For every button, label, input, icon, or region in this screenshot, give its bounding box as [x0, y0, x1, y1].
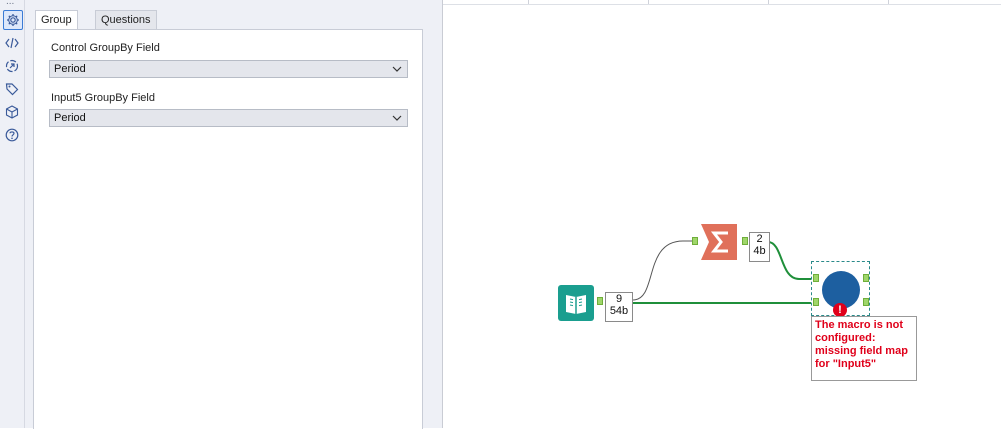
overflow-dots[interactable]: ...	[6, 0, 14, 7]
panel-splitter[interactable]	[423, 0, 442, 428]
error-message-box: The macro is not configured: missing fie…	[811, 316, 917, 381]
macro-output-anchor-2[interactable]	[863, 298, 869, 306]
tag-icon[interactable]	[3, 80, 21, 98]
input-output-anchor[interactable]	[597, 297, 603, 305]
macro-control-input-anchor[interactable]	[813, 274, 819, 282]
connection-input-to-summarize	[632, 240, 693, 301]
input5-groupby-field-value: Period	[54, 112, 86, 124]
summarize-input-anchor[interactable]	[692, 237, 698, 245]
tab-group-by[interactable]: Group By	[35, 10, 78, 45]
book-icon	[558, 285, 594, 321]
input-data-tool[interactable]	[558, 285, 594, 321]
summarize-tool[interactable]	[701, 224, 737, 260]
panel-gap	[25, 0, 33, 428]
chevron-down-icon	[392, 115, 402, 121]
help-icon[interactable]	[3, 126, 21, 144]
summarize-output-anchor[interactable]	[742, 237, 748, 245]
group-by-tab-content: Control GroupBy Field Period Input5 Grou…	[33, 29, 423, 429]
summarize-record-count: 2	[756, 233, 763, 245]
configuration-panel: Group By Questions Control GroupBy Field…	[33, 0, 423, 429]
xml-code-icon[interactable]	[3, 34, 21, 52]
workflow-connections	[632, 240, 811, 304]
input5-groupby-field-label: Input5 GroupBy Field	[51, 92, 155, 104]
annotation-icon[interactable]	[3, 57, 21, 75]
input-record-count: 9	[615, 293, 623, 305]
sigma-icon	[701, 224, 737, 260]
configuration-icon[interactable]	[3, 10, 23, 30]
error-icon: !	[833, 303, 847, 317]
connection-summarize-to-macro	[767, 241, 811, 280]
chevron-down-icon	[392, 66, 402, 72]
summarize-record-badge: 2 4b	[749, 232, 770, 262]
macro-output-anchor-1[interactable]	[863, 274, 869, 282]
control-groupby-field-select[interactable]: Period	[49, 60, 408, 78]
cube-icon[interactable]	[3, 103, 21, 121]
input-record-badge: 9 54b	[605, 292, 633, 322]
input-record-size: 54b	[609, 305, 629, 317]
control-groupby-field-value: Period	[54, 63, 86, 75]
summarize-record-size: 4b	[753, 245, 766, 257]
workflow-canvas[interactable]: 9 54b 2 4b ! The macro is not configured…	[442, 0, 1001, 428]
control-groupby-field-label: Control GroupBy Field	[51, 42, 160, 54]
macro-input5-anchor[interactable]	[813, 298, 819, 306]
tab-questions[interactable]: Questions	[95, 10, 157, 30]
input5-groupby-field-select[interactable]: Period	[49, 109, 408, 127]
properties-icon-bar: ...	[0, 0, 25, 428]
